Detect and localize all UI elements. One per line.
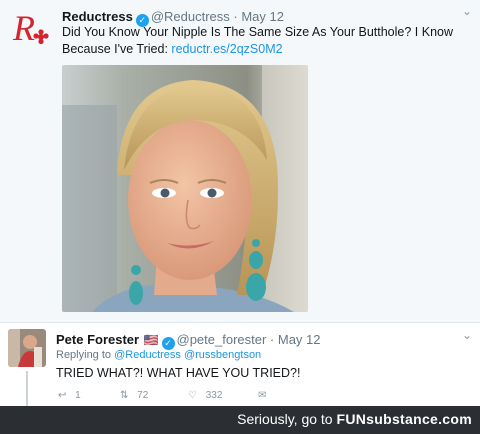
tweet-date[interactable]: May 12 [241,9,284,24]
reply-text: TRIED WHAT?! WHAT HAVE YOU TRIED?! [56,366,301,380]
like-count: 332 [205,390,223,401]
chevron-down-icon[interactable]: ⌄ [462,4,472,18]
avatar[interactable] [8,329,46,367]
watermark-text: Seriously, go to FUNsubstance.com [237,411,472,427]
reply-count: 1 [75,390,81,401]
chevron-down-icon[interactable]: ⌄ [462,328,472,342]
reductress-logo-icon[interactable]: R [10,7,50,47]
action-bar: ↩ 1 ⇅ 72 ♡ 332 ✉ [58,390,318,404]
watermark-brand[interactable]: FUNsubstance.com [337,411,473,427]
replying-to: Replying to @Reductress @russbengtson [56,349,261,361]
tweet-card[interactable]: R Reductress ✓ @Reductress · May 12 ⌄ Did … [0,0,480,322]
watermark-prefix: Seriously, go to [237,411,333,427]
replying-prefix: Replying to [56,349,112,361]
separator-dot: · [229,9,242,24]
tweet-text: Did You Know Your Nipple Is The Same Siz… [62,24,472,58]
author-handle[interactable]: @Reductress [151,9,230,24]
us-flag-icon: 🇺🇸 [143,333,159,347]
retweet-icon: ⇅ [120,390,129,401]
retweet-count: 72 [137,390,149,401]
heart-icon: ♡ [188,390,197,401]
reply-header: Pete Forester 🇺🇸 ✓ @pete_forester · May 12 [56,331,321,350]
tweet-photo[interactable] [62,65,308,312]
retweet-action[interactable]: ⇅ 72 [120,390,148,401]
svg-text:R: R [12,8,35,47]
watermark-footer: Seriously, go to FUNsubstance.com [0,406,480,434]
reply-date[interactable]: May 12 [278,332,321,347]
reply-author-handle[interactable]: @pete_forester [177,332,267,347]
thread-line [26,371,28,407]
separator-dot: · [266,332,278,347]
reply-tweet-card[interactable]: Pete Forester 🇺🇸 ✓ @pete_forester · May 12… [0,322,480,407]
replying-to-users[interactable]: @Reductress @russbengtson [114,349,261,361]
like-action[interactable]: ♡ 332 [188,390,222,401]
reply-icon: ↩ [58,390,67,401]
reply-action[interactable]: ↩ 1 [58,390,81,401]
reply-author-name[interactable]: Pete Forester [56,332,139,347]
tweet-link[interactable]: reductr.es/2qzS0M2 [171,42,282,56]
direct-message-icon[interactable]: ✉ [258,390,266,401]
author-name[interactable]: Reductress [62,9,133,24]
